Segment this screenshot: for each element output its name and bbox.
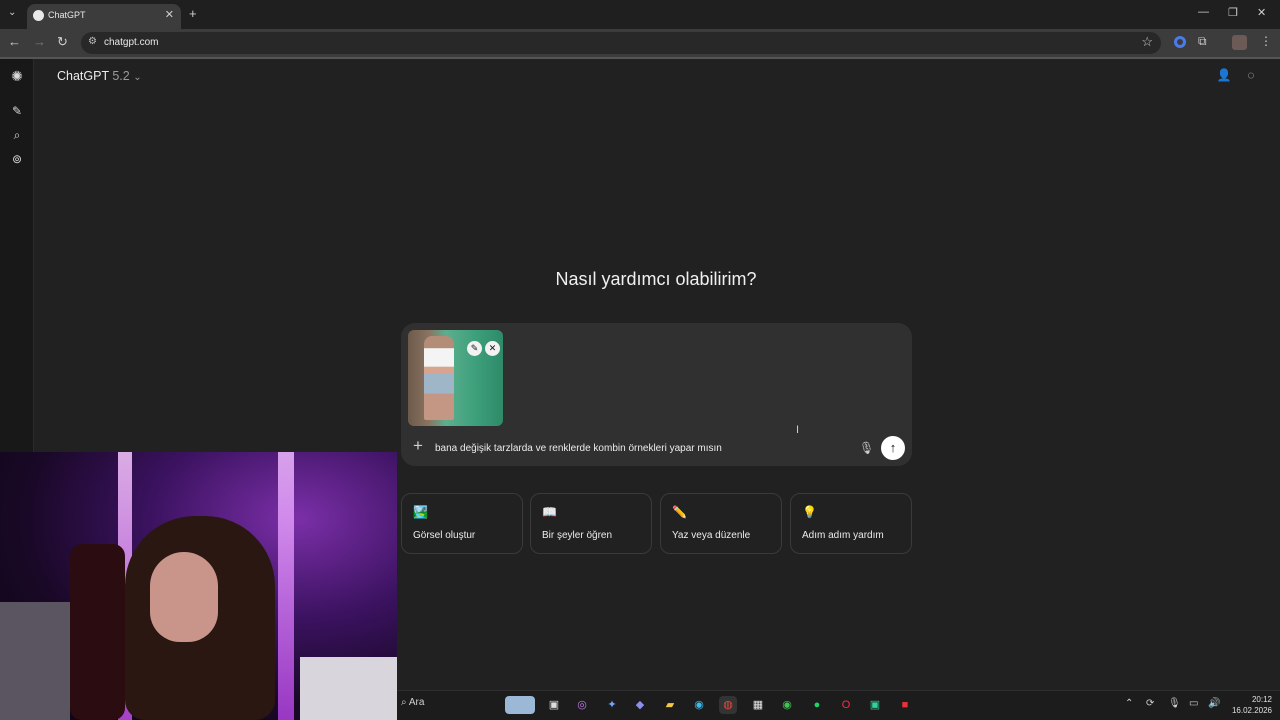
tab-close-icon[interactable]: ✕ (165, 8, 174, 21)
microphone-icon[interactable]: 🎙 (859, 441, 874, 455)
browser-toolbar: ← → ↻ ⚙ chatgpt.com ☆ ⧉ ⋮ (0, 29, 1280, 57)
book-icon: 📖 (542, 505, 557, 519)
streamer-face (150, 552, 218, 642)
pencil-icon: ✏️ (672, 505, 687, 519)
suggestion-create-image[interactable]: 🏞️ Görsel oluştur (401, 493, 523, 554)
send-button[interactable]: ↑ (881, 436, 905, 460)
taskbar-search[interactable]: ⌕ Ara (401, 697, 424, 708)
desk (300, 657, 397, 720)
edge-icon[interactable]: ◉ (690, 696, 708, 714)
suggestion-label: Yaz veya düzenle (672, 530, 751, 541)
browser-menu-icon[interactable]: ⋮ (1260, 34, 1272, 48)
taskbar-search-label: Ara (408, 697, 425, 708)
temporary-chat-icon[interactable]: ◌ (1243, 68, 1259, 84)
url-text: chatgpt.com (104, 37, 159, 48)
restore-icon[interactable]: ❐ (1228, 6, 1238, 19)
app-red-icon[interactable]: ■ (896, 696, 914, 714)
bookmark-star-icon[interactable]: ☆ (1141, 34, 1153, 50)
suggestion-step-by-step[interactable]: 💡 Adım adım yardım (790, 493, 912, 554)
profile-avatar[interactable] (1232, 35, 1247, 50)
led-light (278, 452, 294, 720)
extensions-puzzle-icon[interactable]: ⧉ (1198, 34, 1207, 49)
clock-date: 16.02.2026 (1231, 706, 1272, 715)
account-icon[interactable]: 👤 (1216, 68, 1232, 84)
photo-person (424, 336, 454, 420)
remove-image-icon[interactable]: ✕ (485, 341, 500, 356)
toolbar-divider (0, 57, 1280, 59)
reload-icon[interactable]: ↻ (57, 34, 68, 50)
close-window-icon[interactable]: ✕ (1257, 6, 1266, 19)
suggestion-write[interactable]: ✏️ Yaz veya düzenle (660, 493, 782, 554)
app-green-icon[interactable]: ▣ (866, 696, 884, 714)
composer[interactable]: ✎ ✕ + bana değişik tarzlarda ve renklerd… (401, 323, 912, 466)
sidebar-rail: ✺ ✎ ⌕ ⊚ (0, 59, 34, 452)
model-name: ChatGPT (57, 69, 109, 83)
browser-tab[interactable]: ChatGPT ✕ (27, 4, 181, 29)
lightbulb-icon: 💡 (802, 505, 817, 519)
new-chat-icon[interactable]: ✎ (9, 103, 25, 119)
model-version: 5.2 (112, 69, 130, 83)
text-cursor-icon: I (796, 424, 800, 436)
suggestion-label: Bir şeyler öğren (542, 530, 613, 541)
tab-title: ChatGPT (48, 10, 86, 20)
volume-icon[interactable]: 🔊 (1208, 698, 1220, 709)
image-icon: 🏞️ (413, 505, 428, 519)
webcam-overlay (0, 452, 397, 720)
opera-icon[interactable]: O (837, 696, 855, 714)
address-bar[interactable]: ⚙ chatgpt.com ☆ (81, 32, 1161, 54)
forward-icon[interactable]: → (33, 34, 46, 49)
browser-tabstrip: ⌄ ChatGPT ✕ + — ❐ ✕ (0, 0, 1280, 29)
chatgpt-favicon-icon (33, 10, 44, 21)
tray-chevron-icon[interactable]: ⌃ (1125, 698, 1133, 709)
library-icon[interactable]: ⊚ (9, 151, 25, 167)
attached-image-thumbnail[interactable]: ✎ ✕ (408, 330, 503, 426)
network-icon[interactable]: ▭ (1189, 698, 1198, 709)
chevron-down-icon: ⌄ (133, 72, 142, 83)
extension-circle-icon[interactable] (1174, 36, 1186, 48)
sync-icon[interactable]: ⟳ (1146, 698, 1154, 709)
site-info-icon[interactable]: ⚙ (88, 36, 97, 47)
minimize-icon[interactable]: — (1198, 6, 1209, 18)
spotify-icon[interactable]: ● (808, 696, 826, 714)
model-selector[interactable]: ChatGPT 5.2 ⌄ (57, 69, 142, 83)
suggestion-label: Görsel oluştur (413, 530, 476, 541)
chrome-icon[interactable]: ◍ (719, 696, 737, 714)
file-explorer-icon[interactable]: ▰ (661, 696, 679, 714)
search-icon[interactable]: ⌕ (9, 127, 25, 143)
clock-time: 20:12 (1251, 695, 1272, 704)
add-attachment-icon[interactable]: + (413, 436, 423, 456)
windows-taskbar: ⌕ Ara ▣ ◎ ✦ ◆ ▰ ◉ ◍ ▦ ◉ ● O ▣ ■ ⌃ ⟳ 🎙 ▭ … (397, 690, 1280, 720)
suggestion-learn[interactable]: 📖 Bir şeyler öğren (530, 493, 652, 554)
edit-image-icon[interactable]: ✎ (467, 341, 482, 356)
teams-icon[interactable]: ◆ (631, 696, 649, 714)
app-icon[interactable]: ◎ (573, 696, 591, 714)
new-tab-icon[interactable]: + (189, 6, 197, 21)
gaming-chair (70, 544, 125, 720)
back-icon[interactable]: ← (8, 34, 21, 49)
task-view-icon[interactable]: ▣ (545, 696, 563, 714)
page-title: Nasıl yardımcı olabilirim? (555, 269, 757, 289)
suggestion-label: Adım adım yardım (802, 530, 884, 541)
openai-logo-icon[interactable]: ✺ (9, 68, 25, 84)
system-clock[interactable]: 20:12 16.02.2026 (1232, 694, 1272, 716)
copilot-icon[interactable]: ✦ (603, 696, 621, 714)
store-icon[interactable]: ▦ (749, 696, 767, 714)
tab-search-chevron-icon[interactable]: ⌄ (8, 7, 16, 18)
mic-tray-icon[interactable]: 🎙 (1168, 698, 1181, 709)
search-highlight-icon[interactable] (505, 696, 535, 714)
prompt-input[interactable]: bana değişik tarzlarda ve renklerde komb… (435, 443, 722, 454)
radiator (0, 602, 70, 720)
whatsapp-icon[interactable]: ◉ (778, 696, 796, 714)
